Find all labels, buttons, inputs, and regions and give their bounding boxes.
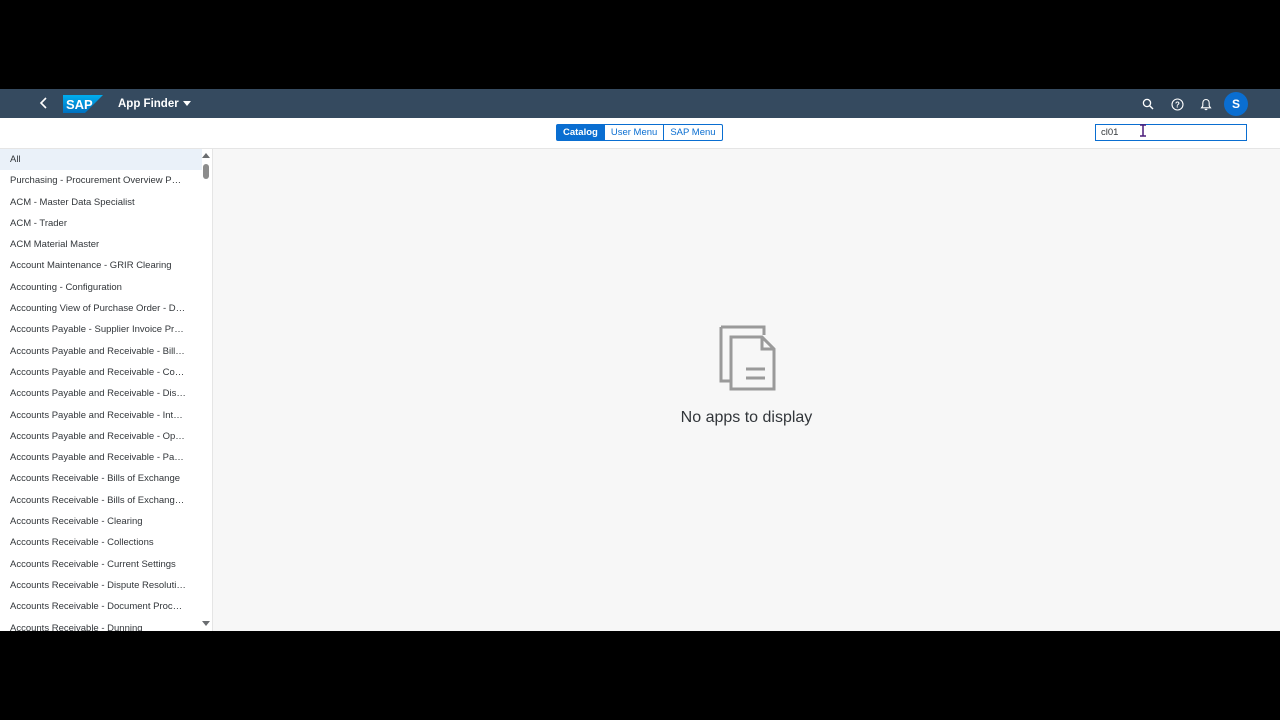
catalog-item[interactable]: Accounts Payable and Receivable - Corr..…: [0, 362, 186, 383]
catalog-item[interactable]: Accounting View of Purchase Order - Dis.…: [0, 298, 186, 319]
catalog-item[interactable]: ACM - Trader: [0, 213, 186, 234]
catalog-item[interactable]: Accounts Receivable - Collections: [0, 532, 186, 553]
app-title: App Finder: [118, 97, 179, 110]
chevron-left-icon: [39, 97, 47, 109]
catalog-item[interactable]: Accounts Payable - Supplier Invoice Proc…: [0, 319, 186, 340]
bell-icon: [1200, 98, 1212, 110]
catalog-item[interactable]: ACM Material Master: [0, 234, 186, 255]
catalog-item[interactable]: Accounts Payable and Receivable - Bills …: [0, 341, 186, 362]
back-button[interactable]: [36, 95, 52, 111]
help-button[interactable]: ?: [1169, 96, 1185, 112]
document-stack-icon: [719, 325, 775, 391]
catalog-sidebar: All Purchasing - Procurement Overview Pag…: [0, 149, 213, 631]
text-cursor-icon: [1140, 124, 1146, 137]
empty-state-message: No apps to display: [680, 409, 813, 426]
help-icon: ?: [1170, 97, 1184, 111]
catalog-item[interactable]: Account Maintenance - GRIR Clearing: [0, 255, 186, 276]
menu-segmented-button: Catalog User Menu SAP Menu: [556, 124, 723, 141]
search-icon: [1142, 98, 1154, 110]
catalog-item[interactable]: All: [0, 149, 202, 171]
search-button[interactable]: [1140, 96, 1156, 112]
svg-text:?: ?: [1175, 100, 1180, 109]
scroll-up-arrow-icon[interactable]: [202, 153, 210, 158]
empty-state: No apps to display: [640, 325, 853, 427]
catalog-item[interactable]: Accounts Receivable - Clearing: [0, 511, 186, 532]
catalog-item[interactable]: Accounts Receivable - Bills of Exchange: [0, 468, 186, 489]
catalog-item[interactable]: Accounts Payable and Receivable - Oper..…: [0, 426, 186, 447]
catalog-item[interactable]: Accounts Payable and Receivable - Inter.…: [0, 405, 186, 426]
catalog-item[interactable]: Accounts Payable and Receivable - Displ.…: [0, 383, 186, 404]
catalog-item[interactable]: Accounts Receivable - Document Proces...: [0, 596, 186, 617]
notifications-button[interactable]: [1198, 96, 1214, 112]
scroll-thumb[interactable]: [203, 164, 209, 179]
catalog-item[interactable]: Accounts Receivable - Dispute Resolution: [0, 575, 186, 596]
catalog-item[interactable]: Accounts Receivable - Bills of Exchange …: [0, 490, 186, 511]
catalog-item[interactable]: Accounting - Configuration: [0, 277, 186, 298]
sap-logo[interactable]: SAP: [63, 95, 103, 113]
shell-bar: SAP App Finder ? S: [0, 89, 1280, 118]
catalog-list: All Purchasing - Procurement Overview Pag…: [0, 149, 212, 631]
app-search-field: [1095, 124, 1247, 141]
tab-user-menu[interactable]: User Menu: [603, 124, 665, 141]
tab-catalog[interactable]: Catalog: [556, 124, 605, 141]
app-title-menu[interactable]: App Finder: [118, 89, 191, 118]
logo-text: SAP: [66, 97, 93, 112]
catalog-item[interactable]: ACM - Master Data Specialist: [0, 192, 186, 213]
catalog-item[interactable]: Accounts Receivable - Dunning: [0, 618, 186, 631]
sidebar-scrollbar[interactable]: [200, 149, 212, 631]
catalog-item[interactable]: Accounts Receivable - Current Settings: [0, 554, 186, 575]
catalog-item[interactable]: Accounts Payable and Receivable - Pay...: [0, 447, 186, 468]
app-finder-window: SAP App Finder ? S Catalog User Menu SAP…: [0, 89, 1280, 631]
search-input[interactable]: [1096, 125, 1201, 140]
app-finder-subheader: Catalog User Menu SAP Menu: [0, 118, 1280, 149]
scroll-down-arrow-icon[interactable]: [202, 621, 210, 626]
catalog-item[interactable]: Purchasing - Procurement Overview Page: [0, 170, 186, 191]
tab-sap-menu[interactable]: SAP Menu: [663, 124, 723, 141]
caret-down-icon: [182, 101, 191, 106]
user-avatar[interactable]: S: [1224, 92, 1248, 116]
